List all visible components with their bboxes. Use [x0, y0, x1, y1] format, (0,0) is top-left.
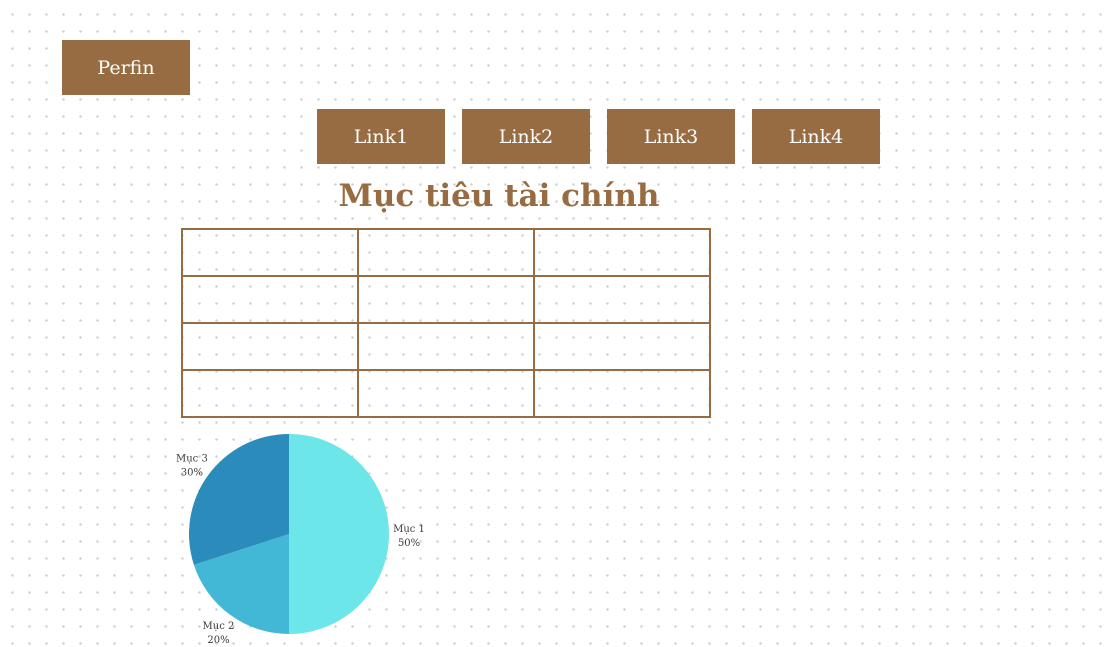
table-cell	[181, 369, 359, 418]
table-row	[181, 228, 711, 277]
table-cell	[357, 322, 535, 371]
nav-link-3[interactable]: Link3	[607, 109, 735, 164]
table-cell	[357, 228, 535, 277]
table-cell	[533, 228, 711, 277]
table-row	[181, 322, 711, 371]
table-cell	[533, 369, 711, 418]
goals-table	[181, 228, 711, 418]
pie-value-3: 30%	[181, 467, 203, 478]
table-cell	[357, 275, 535, 324]
pie-label-1: Mục 1	[393, 524, 425, 535]
table-cell	[181, 275, 359, 324]
pie-value-2: 20%	[207, 635, 229, 646]
table-cell	[357, 369, 535, 418]
brand-button[interactable]: Perfin	[62, 40, 190, 95]
pie-slice-1	[289, 434, 389, 634]
table-cell	[533, 275, 711, 324]
table-cell	[181, 228, 359, 277]
table-row	[181, 369, 711, 418]
table-cell	[181, 322, 359, 371]
pie-value-1: 50%	[398, 538, 420, 549]
table-row	[181, 275, 711, 324]
nav-bar: Link1 Link2 Link3 Link4	[317, 109, 880, 164]
page-title: Mục tiêu tài chính	[338, 178, 660, 214]
pie-label-3: Mục 3	[176, 453, 208, 464]
pie-label-2: Mục 2	[203, 621, 235, 632]
pie-chart: Mục 1 50% Mục 2 20% Mục 3 30%	[176, 434, 425, 646]
nav-link-2[interactable]: Link2	[462, 109, 590, 164]
nav-link-1[interactable]: Link1	[317, 109, 445, 164]
nav-link-4[interactable]: Link4	[752, 109, 880, 164]
table-cell	[533, 322, 711, 371]
